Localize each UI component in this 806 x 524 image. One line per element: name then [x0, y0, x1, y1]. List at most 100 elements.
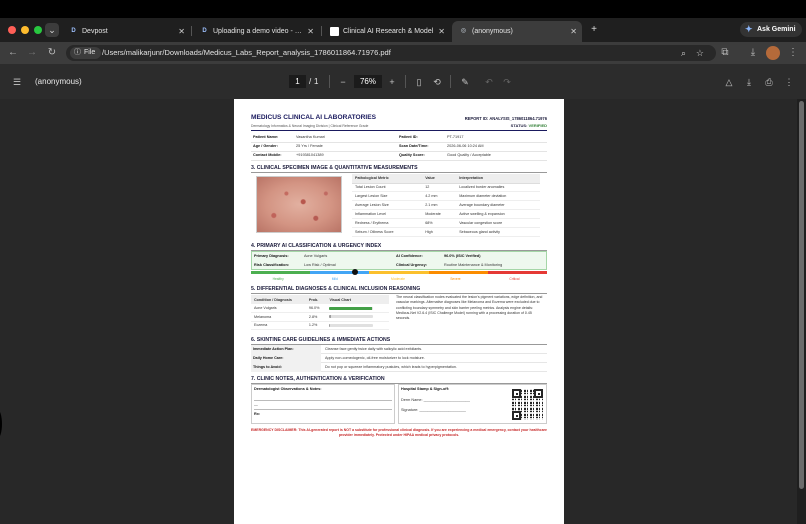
close-tab-icon[interactable]: ✕	[307, 21, 314, 42]
section-4-title: 4. PRIMARY AI CLASSIFICATION & URGENCY I…	[251, 243, 382, 249]
clinical-urgency-label: Clinical Urgency:	[396, 263, 428, 267]
metrics-header: Value	[422, 174, 457, 184]
rx-label: Rx:	[254, 412, 261, 416]
table-row: Redness / Erythema 68% Vascular congestion…	[352, 218, 540, 228]
info-icon: ⓘ	[74, 49, 81, 56]
section-5-title: 5. DIFFERENTIAL DIAGNOSES & CLINICAL INC…	[251, 286, 421, 292]
section-7-title: 7. CLINIC NOTES, AUTHENTICATION & VERIFI…	[251, 376, 385, 382]
bookmark-star-icon[interactable]: ☆	[696, 45, 704, 61]
undo-button[interactable]: ↶	[483, 76, 495, 88]
probability-fill	[329, 315, 331, 319]
minimize-window-button[interactable]	[21, 26, 29, 34]
stamp-label: Hospital Stamp & Sign-off:	[401, 387, 450, 391]
sidebar-toggle-button[interactable]: ☰	[11, 76, 23, 88]
metric-value: Moderate	[422, 209, 457, 220]
scan-date: 2026-06-06 10:24 AM	[447, 144, 484, 148]
reload-button[interactable]: ↻	[45, 46, 59, 60]
urgency-scale-bar	[251, 271, 547, 274]
metrics-table: Pathological Metric Value Interpretation…	[352, 174, 540, 237]
print-button[interactable]: ⎙	[763, 76, 775, 88]
new-tab-button[interactable]: +	[587, 23, 601, 37]
page-separator: /	[309, 77, 312, 86]
table-row: Largest Lesion Size 4.2 mm Maximum diamete…	[352, 191, 540, 202]
browser-menu-button[interactable]: ⋮	[786, 46, 800, 60]
annotate-button[interactable]: ✎	[459, 76, 471, 88]
care-value: Cleanse face gently twice daily with sal…	[325, 347, 423, 351]
ask-gemini-button[interactable]: ✦ Ask Gemini	[740, 22, 802, 37]
probability-fill	[329, 306, 372, 310]
metric-name: Total Lesion Count	[352, 183, 423, 193]
address-bar[interactable]: ⓘ File /Users/malikarjunr/Downloads/Medic…	[66, 45, 716, 61]
screen-top-bar	[0, 0, 806, 18]
tab-search-button[interactable]: ⌄	[45, 23, 59, 37]
hamburger-menu-icon: ☰	[12, 77, 22, 87]
page-number-input[interactable]: 1	[289, 75, 306, 88]
forward-button[interactable]: →	[25, 46, 39, 60]
metric-name: Inflammation Level	[352, 209, 423, 220]
status-badge: VERIFIED	[528, 123, 547, 128]
row-divider	[251, 160, 547, 161]
urgency-segment	[369, 271, 429, 274]
tab-clinical-ai-research[interactable]: Clinical AI Research & Model ✕	[323, 21, 450, 42]
devpost-favicon-icon: D	[71, 28, 76, 34]
urgency-segment	[310, 271, 370, 274]
profile-avatar[interactable]	[766, 46, 780, 60]
table-row: Eczema 1.2%	[251, 321, 389, 331]
close-tab-icon[interactable]: ✕	[178, 21, 185, 42]
scrollbar-thumb[interactable]	[799, 101, 804, 489]
save-drive-button[interactable]: △	[723, 76, 735, 88]
download-pdf-button[interactable]: ⤓	[743, 76, 755, 88]
zoom-out-button[interactable]: −	[337, 76, 349, 88]
notes-label: Dermatologist Observations & Notes:	[254, 387, 322, 391]
primary-diagnosis: Acne Vulgaris	[304, 254, 328, 258]
fit-to-page-button[interactable]: ▯	[413, 76, 425, 88]
table-row: Acne Vulgaris 96.0%	[251, 304, 389, 314]
close-window-button[interactable]	[8, 26, 16, 34]
tab-strip: ⌄ D Devpost ✕ D Uploading a demo video -…	[0, 18, 806, 42]
ddx-header: Prob.	[305, 295, 327, 304]
metric-name: Redness / Erythema	[352, 218, 423, 228]
specimen-image	[256, 176, 342, 233]
ask-gemini-label: Ask Gemini	[757, 26, 796, 33]
back-button[interactable]: ←	[6, 46, 20, 60]
site-info-label: File	[84, 49, 96, 56]
extensions-button[interactable]: ⧉	[718, 46, 732, 60]
downloads-button[interactable]: ⤓	[746, 46, 760, 60]
redo-button[interactable]: ↷	[501, 76, 513, 88]
pdf-viewer[interactable]: MEDICUS CLINICAL AI LABORATORIES Dermato…	[0, 99, 806, 524]
table-row: Inflammation Level Moderate Active swellin…	[352, 209, 540, 220]
clinical-reasoning-text: The neural classification nodes evaluate…	[396, 295, 543, 321]
rotate-button[interactable]: ⟲	[431, 76, 443, 88]
ddx-probability: 96.0%	[305, 304, 327, 314]
metric-name: Largest Lesion Size	[352, 191, 423, 202]
kebab-menu-icon: ⋮	[788, 47, 798, 58]
close-tab-icon[interactable]: ✕	[438, 21, 445, 42]
close-tab-icon[interactable]: ✕	[570, 21, 577, 42]
tab-title: Devpost	[82, 28, 108, 35]
maximize-window-button[interactable]	[34, 26, 42, 34]
site-info-chip[interactable]: ⓘ File	[70, 47, 102, 59]
section-rule	[251, 172, 547, 173]
zoom-in-button[interactable]: +	[386, 76, 398, 88]
section-rule	[251, 293, 547, 294]
drive-icon: △	[725, 77, 733, 87]
undo-icon: ↶	[485, 77, 493, 87]
tab-uploading-demo-video[interactable]: D Uploading a demo video - Dev ✕	[193, 21, 319, 42]
metric-name: Average Lesion Size	[352, 200, 423, 211]
qr-finder	[534, 389, 543, 398]
zoom-level-input[interactable]: 76%	[354, 75, 382, 88]
more-options-button[interactable]: ⋮	[783, 76, 795, 88]
care-value: Do not pop or squeeze inflammatory pustu…	[325, 365, 458, 369]
table-row: Total Lesion Count 12 Localized border ano…	[352, 183, 540, 193]
zoom-magnifier-icon[interactable]: ⌕	[681, 45, 686, 61]
kebab-menu-icon: ⋮	[784, 77, 794, 87]
care-label: Things to Avoid:	[251, 363, 321, 372]
vertical-scrollbar[interactable]	[797, 99, 806, 524]
tab-devpost[interactable]: D Devpost ✕	[62, 21, 190, 42]
tab-anonymous-pdf[interactable]: ◎ (anonymous) ✕	[452, 21, 582, 42]
age-gender: 25 Yrs / Female	[296, 144, 323, 148]
pdf-title: (anonymous)	[35, 77, 82, 86]
care-label: Immediate Action Plan:	[251, 345, 321, 354]
notes-line	[254, 400, 392, 401]
ddx-condition: Melanoma	[251, 312, 306, 322]
